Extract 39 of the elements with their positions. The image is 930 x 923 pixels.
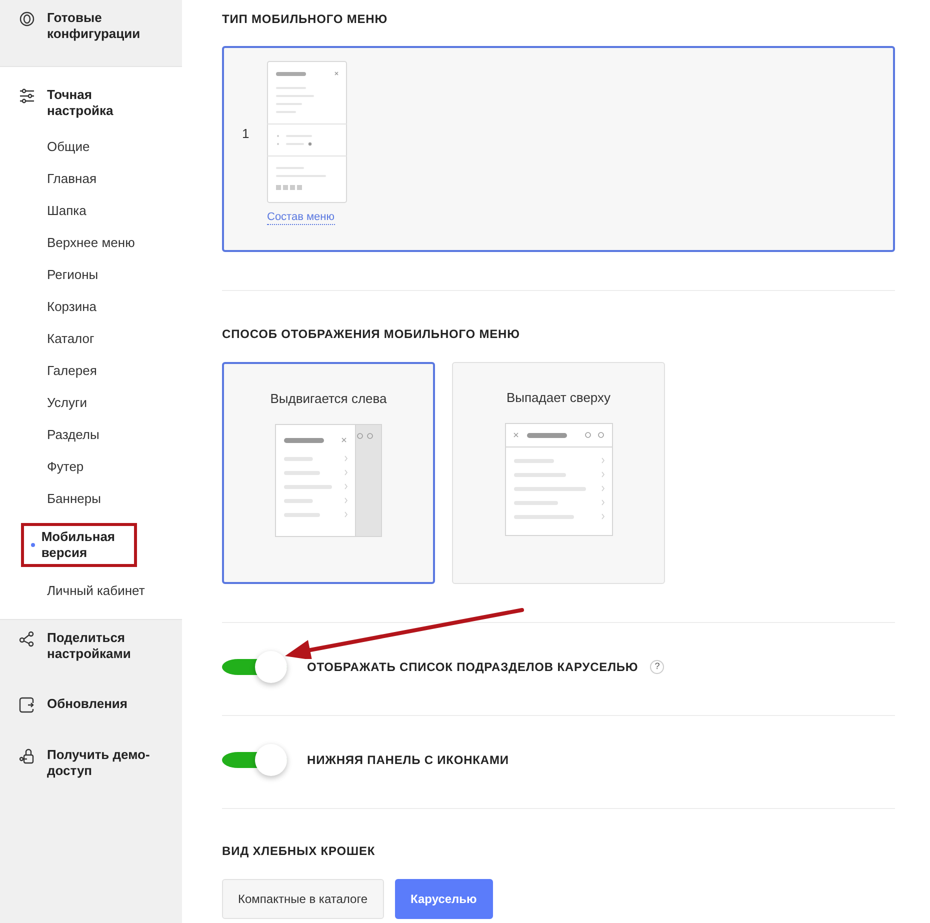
option-label: Выпадает сверху	[506, 389, 611, 407]
menu-composition-link[interactable]: Состав меню	[267, 211, 334, 225]
sidebar-group-link[interactable]: Готовые конфигурации	[47, 10, 157, 42]
section-heading: СПОСОБ ОТОБРАЖЕНИЯ МОБИЛЬНОГО МЕНЮ	[222, 327, 520, 341]
sidebar-item[interactable]: Разделы	[47, 427, 100, 443]
section-heading: ВИД ХЛЕБНЫХ КРОШЕК	[222, 844, 376, 858]
sidebar-item[interactable]: Главная	[47, 171, 96, 187]
sidebar-item[interactable]: Галерея	[47, 363, 97, 379]
circles-icon	[19, 11, 35, 27]
breadcrumb-style-button[interactable]: Компактные в каталоге	[222, 879, 384, 919]
sidebar-item[interactable]: Каталог	[47, 331, 94, 347]
sidebar-group-link[interactable]: Точная настройка	[47, 87, 157, 119]
display-mode-card[interactable]: Выпадает сверху	[452, 362, 665, 584]
option-number: 1	[242, 125, 250, 143]
sidebar-item[interactable]: Общие	[47, 139, 90, 155]
toggle-label: ОТОБРАЖАТЬ СПИСОК ПОДРАЗДЕЛОВ КАРУСЕЛЬЮ	[307, 659, 638, 676]
menu-type-card[interactable]: 1 Состав меню	[222, 46, 895, 252]
sidebar-group-link[interactable]: Обновления	[47, 696, 157, 712]
update-icon	[19, 697, 35, 713]
lock-icon	[19, 748, 35, 764]
sidebar-item[interactable]: Услуги	[47, 395, 87, 411]
share-icon	[19, 631, 35, 647]
option-label: Выдвигается слева	[270, 390, 387, 408]
sidebar-item[interactable]: Регионы	[47, 267, 98, 283]
sidebar-item[interactable]: Баннеры	[47, 491, 101, 507]
display-mode-card[interactable]: Выдвигается слева	[222, 362, 435, 584]
sidebar-item[interactable]: Верхнее меню	[47, 235, 135, 251]
sidebar-group-link[interactable]: Получить демо-доступ	[47, 747, 157, 779]
sidebar-item[interactable]: Шапка	[47, 203, 86, 219]
sidebar-group-link[interactable]: Поделиться настройками	[47, 630, 157, 662]
help-badge[interactable]: ?	[650, 660, 664, 674]
sidebar-item[interactable]: Личный кабинет	[47, 583, 145, 599]
breadcrumb-style-button[interactable]: Каруселью	[394, 879, 493, 919]
section-heading: ТИП МОБИЛЬНОГО МЕНЮ	[222, 12, 388, 26]
sidebar-item[interactable]: Футер	[47, 459, 84, 475]
sliders-icon	[19, 88, 35, 104]
sidebar-item[interactable]: Мобильная версия	[41, 529, 134, 561]
sidebar-item[interactable]: Корзина	[47, 299, 97, 315]
toggle-label: НИЖНЯЯ ПАНЕЛЬ С ИКОНКАМИ	[307, 752, 509, 769]
